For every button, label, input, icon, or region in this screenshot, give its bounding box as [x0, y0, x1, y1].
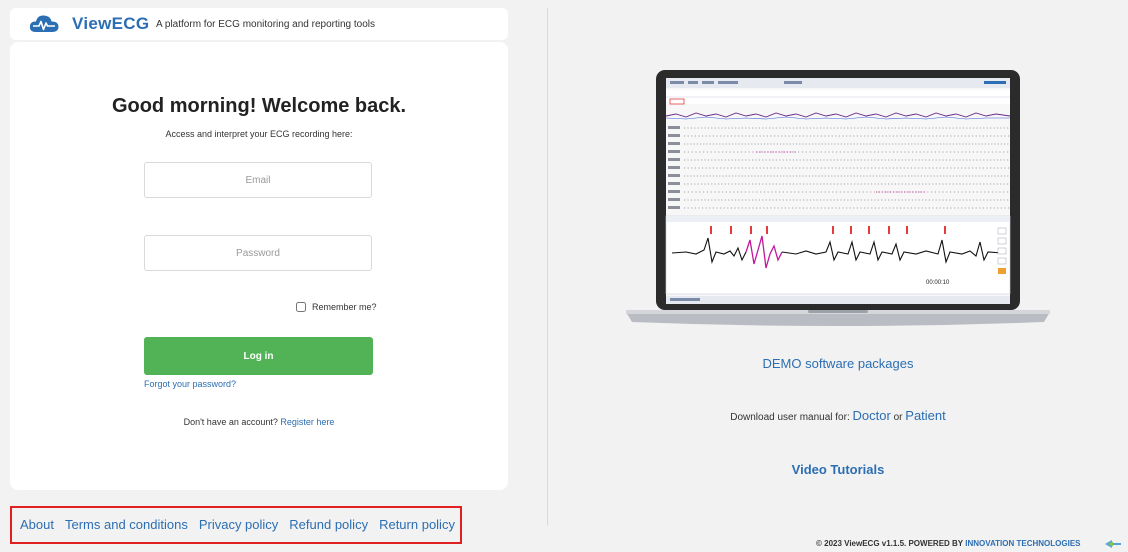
email-input[interactable] [144, 162, 372, 198]
copyright-brand-link[interactable]: INNOVATION TECHNOLOGIES [965, 539, 1080, 548]
footer-links-highlight: About Terms and conditions Privacy polic… [10, 506, 462, 544]
innovation-technologies-logo-icon [1105, 540, 1121, 548]
app-header: ViewECG A platform for ECG monitoring an… [10, 8, 508, 40]
footer-link-privacy[interactable]: Privacy policy [199, 517, 278, 533]
laptop-time-readout: 00:00:10 [926, 280, 950, 286]
manual-patient-link[interactable]: Patient [905, 408, 945, 423]
copyright-prefix: © 2023 ViewECG v1.1.5. POWERED BY [816, 539, 963, 548]
video-tutorials-link[interactable]: Video Tutorials [548, 461, 1128, 479]
footer-link-terms[interactable]: Terms and conditions [65, 517, 188, 533]
manual-doctor-link[interactable]: Doctor [853, 408, 891, 423]
login-subtitle: Access and interpret your ECG recording … [165, 129, 353, 139]
laptop-ecg-screenshot: 00:00:10 [626, 70, 1050, 326]
footer-link-return[interactable]: Return policy [379, 517, 455, 533]
user-manual-row: Download user manual for: Doctor or Pati… [548, 407, 1128, 427]
app-tagline: A platform for ECG monitoring and report… [156, 19, 375, 30]
cloud-heartbeat-icon [29, 15, 59, 32]
login-card: Good morning! Welcome back. Access and i… [10, 42, 508, 490]
remember-me-checkbox[interactable] [296, 302, 306, 312]
manual-or-text: or [893, 412, 903, 423]
manual-prefix-text: Download user manual for: [730, 412, 850, 423]
greeting-heading: Good morning! Welcome back. [111, 95, 407, 117]
remember-me-row: Remember me? [296, 300, 377, 314]
register-row: Don't have an account? Register here [10, 416, 508, 428]
footer-link-refund[interactable]: Refund policy [289, 517, 368, 533]
column-divider [547, 8, 548, 526]
copyright-text: © 2023 ViewECG v1.1.5. POWERED BY INNOVA… [816, 538, 1081, 550]
register-link[interactable]: Register here [280, 417, 334, 427]
app-logo-text[interactable]: ViewECG [72, 12, 149, 36]
forgot-password-link[interactable]: Forgot your password? [144, 378, 236, 390]
login-button[interactable]: Log in [144, 337, 373, 375]
footer-link-about[interactable]: About [20, 517, 54, 533]
remember-me-label[interactable]: Remember me? [312, 300, 377, 314]
demo-software-link[interactable]: DEMO software packages [548, 355, 1128, 373]
password-input[interactable] [144, 235, 372, 271]
no-account-text: Don't have an account? [183, 417, 278, 427]
